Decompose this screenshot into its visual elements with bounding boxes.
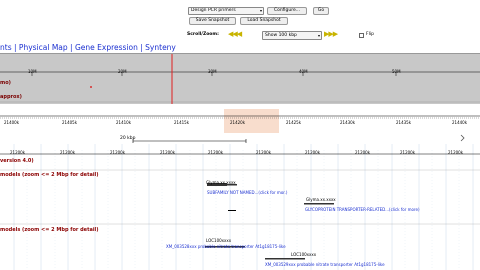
overview-track-label: approx) bbox=[0, 94, 22, 100]
overview-tick-label: 40M bbox=[299, 69, 308, 74]
detail-tick-label: 21200k bbox=[110, 150, 126, 155]
tab-physical-map[interactable]: Physical Map bbox=[19, 43, 68, 52]
feature-id[interactable]: LOC100xxxx bbox=[291, 252, 316, 257]
chevron-down-icon: ▾ bbox=[259, 8, 262, 13]
scroll-zoom-label: Scroll/Zoom: bbox=[187, 32, 219, 37]
feature-id[interactable]: Glyma.xx.xxxx bbox=[206, 180, 236, 185]
tab-components[interactable]: nts bbox=[0, 43, 12, 52]
primer-design-select[interactable]: Design PCR primers ▾ bbox=[188, 7, 264, 15]
overview-ruler bbox=[0, 54, 480, 104]
gene-glyph[interactable] bbox=[304, 203, 334, 205]
region-tick-label: 21430k bbox=[340, 120, 356, 125]
region-tick-label: 21440k bbox=[452, 120, 468, 125]
feature-id[interactable]: LOC100xxxx bbox=[206, 238, 231, 243]
flip-checkbox[interactable] bbox=[359, 33, 364, 38]
region-tick-label: 21400k bbox=[4, 120, 20, 125]
overview-tick-label: 20M bbox=[118, 69, 127, 74]
feature-description[interactable]: XM_003529xxx probable nitrate transporte… bbox=[265, 262, 385, 267]
scale-bar-label: 20 kbp bbox=[120, 136, 136, 141]
go-button[interactable]: Go bbox=[313, 7, 329, 15]
overview-tick-label: 10M bbox=[28, 69, 37, 74]
feature-description[interactable]: XM_003528xxx probable nitrate transporte… bbox=[166, 244, 286, 249]
genome-browser: Design PCR primers ▾ Configure... Go Sav… bbox=[0, 0, 480, 270]
feature-id[interactable]: Glyma.xx.xxxx bbox=[306, 197, 336, 202]
scroll-left-arrows-icon[interactable]: ◀◀◀ bbox=[228, 30, 242, 38]
overview-tick-label: 30M bbox=[208, 69, 217, 74]
feature-description[interactable]: SUBFAMILY NOT NAMED...(click for mor.) bbox=[207, 190, 287, 195]
chevron-down-icon: ▾ bbox=[317, 33, 320, 38]
feature-dot bbox=[90, 86, 92, 88]
scroll-right-arrows-icon[interactable]: ▶▶▶ bbox=[324, 30, 338, 38]
detail-tick-label: 21200k bbox=[160, 150, 176, 155]
flip-label: Flip bbox=[366, 32, 374, 37]
overview-tick-label: 50M bbox=[392, 69, 401, 74]
detail-tick-label: 21200k bbox=[208, 150, 224, 155]
zoom-select[interactable]: Show 100 kbp ▾ bbox=[262, 31, 322, 40]
detail-tick-label: 21200k bbox=[305, 150, 321, 155]
region-tick-label: 21415k bbox=[174, 120, 190, 125]
region-tick-label: 21420k bbox=[230, 120, 246, 125]
detail-tick-label: 21200k bbox=[355, 150, 371, 155]
feature-description[interactable]: GLYCOPROTEIN TRANSPORTER-RELATED...(clic… bbox=[305, 207, 420, 212]
zoom-select-value: Show 100 kbp bbox=[265, 33, 297, 38]
save-snapshot-button[interactable]: Save Snapshot bbox=[189, 17, 236, 25]
region-tick-label: 21410k bbox=[116, 120, 132, 125]
region-tick-label: 21405k bbox=[62, 120, 78, 125]
detail-tick-label: 21200k bbox=[256, 150, 272, 155]
tab-gene-expression[interactable]: Gene Expression bbox=[75, 43, 138, 52]
detail-tick-label: 21200k bbox=[60, 150, 76, 155]
detail-tick-label: 21200k bbox=[400, 150, 416, 155]
load-snapshot-button[interactable]: Load Snapshot bbox=[240, 17, 288, 25]
gene-glyph[interactable] bbox=[228, 210, 236, 211]
overview-track-label: mo) bbox=[0, 80, 11, 86]
track-label-gene-models[interactable]: models (zoom <= 2 Mbp for detail) bbox=[0, 172, 99, 178]
region-tick-label: 21425k bbox=[286, 120, 302, 125]
gene-glyph[interactable] bbox=[265, 258, 305, 260]
configure-button[interactable]: Configure... bbox=[267, 7, 307, 15]
track-label-ncbi-models[interactable]: models (zoom <= 2 Mbp for detail) bbox=[0, 227, 99, 233]
section-tabs: nts | Physical Map | Gene Expression | S… bbox=[0, 43, 480, 53]
region-tick-label: 21435k bbox=[396, 120, 412, 125]
primer-select-value: Design PCR primers bbox=[191, 8, 236, 13]
detail-tick-label: 21200k bbox=[448, 150, 464, 155]
pan-right-icon[interactable] bbox=[460, 134, 465, 142]
detail-tick-label: 21200k bbox=[10, 150, 26, 155]
overview-panel[interactable]: 10M 20M 30M 40M 50M mo) approx) bbox=[0, 54, 480, 104]
tab-synteny[interactable]: Synteny bbox=[145, 43, 176, 52]
track-label-version: version 4.0) bbox=[0, 158, 34, 164]
